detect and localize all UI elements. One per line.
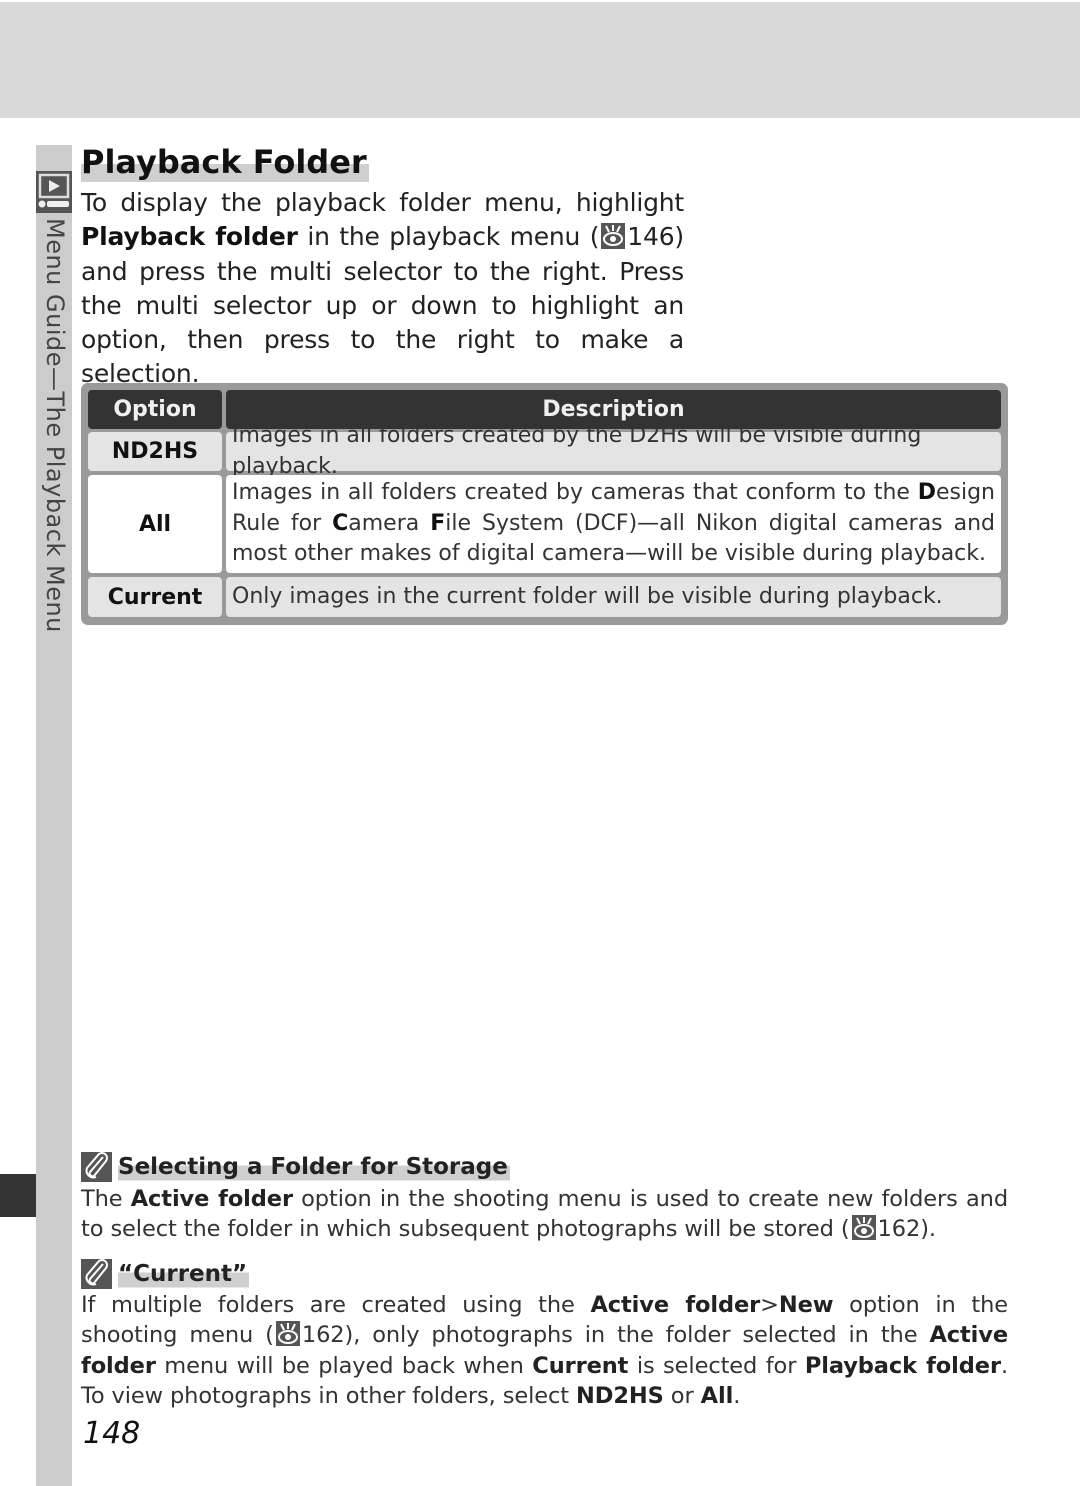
page-reference-icon	[275, 1321, 300, 1347]
option-current: Current	[88, 577, 222, 617]
intro-paragraph: To display the playback folder menu, hig…	[81, 188, 684, 389]
description-nd2hs: Images in all folders created by the D2H…	[226, 423, 1001, 479]
page-reference-icon	[601, 223, 626, 250]
side-tab-label: Menu Guide—The Playback Menu	[41, 218, 69, 633]
options-table: Option Description ND2HS Images in all f…	[81, 383, 1008, 625]
playback-menu-icon	[36, 171, 72, 213]
option-all: All	[88, 475, 222, 573]
page-reference-link[interactable]: 162	[878, 1216, 921, 1242]
menu-item-ref: Playback folder	[81, 222, 298, 252]
note-title-current: “Current”	[81, 1259, 250, 1289]
page-title: Playback Folder	[81, 142, 369, 182]
top-margin-band	[0, 2, 1080, 118]
note-body-current: If multiple folders are created using th…	[81, 1292, 1008, 1410]
chapter-marker	[0, 1174, 36, 1217]
option-nd2hs: ND2HS	[88, 432, 222, 471]
paperclip-note-icon	[81, 1259, 112, 1289]
header-option: Option	[88, 390, 222, 429]
paperclip-note-icon	[81, 1152, 112, 1182]
note-body-storage: The Active folder option in the shooting…	[81, 1186, 1008, 1243]
description-current: Only images in the current folder will b…	[226, 577, 1001, 617]
description-all: Images in all folders created by cameras…	[226, 475, 1001, 573]
page-reference-link[interactable]: 162	[302, 1322, 345, 1348]
note-title-storage: Selecting a Folder for Storage	[81, 1152, 510, 1182]
page-number: 148	[83, 1416, 141, 1451]
page-reference-icon	[851, 1215, 876, 1241]
page-reference-link[interactable]: 146	[627, 222, 674, 251]
